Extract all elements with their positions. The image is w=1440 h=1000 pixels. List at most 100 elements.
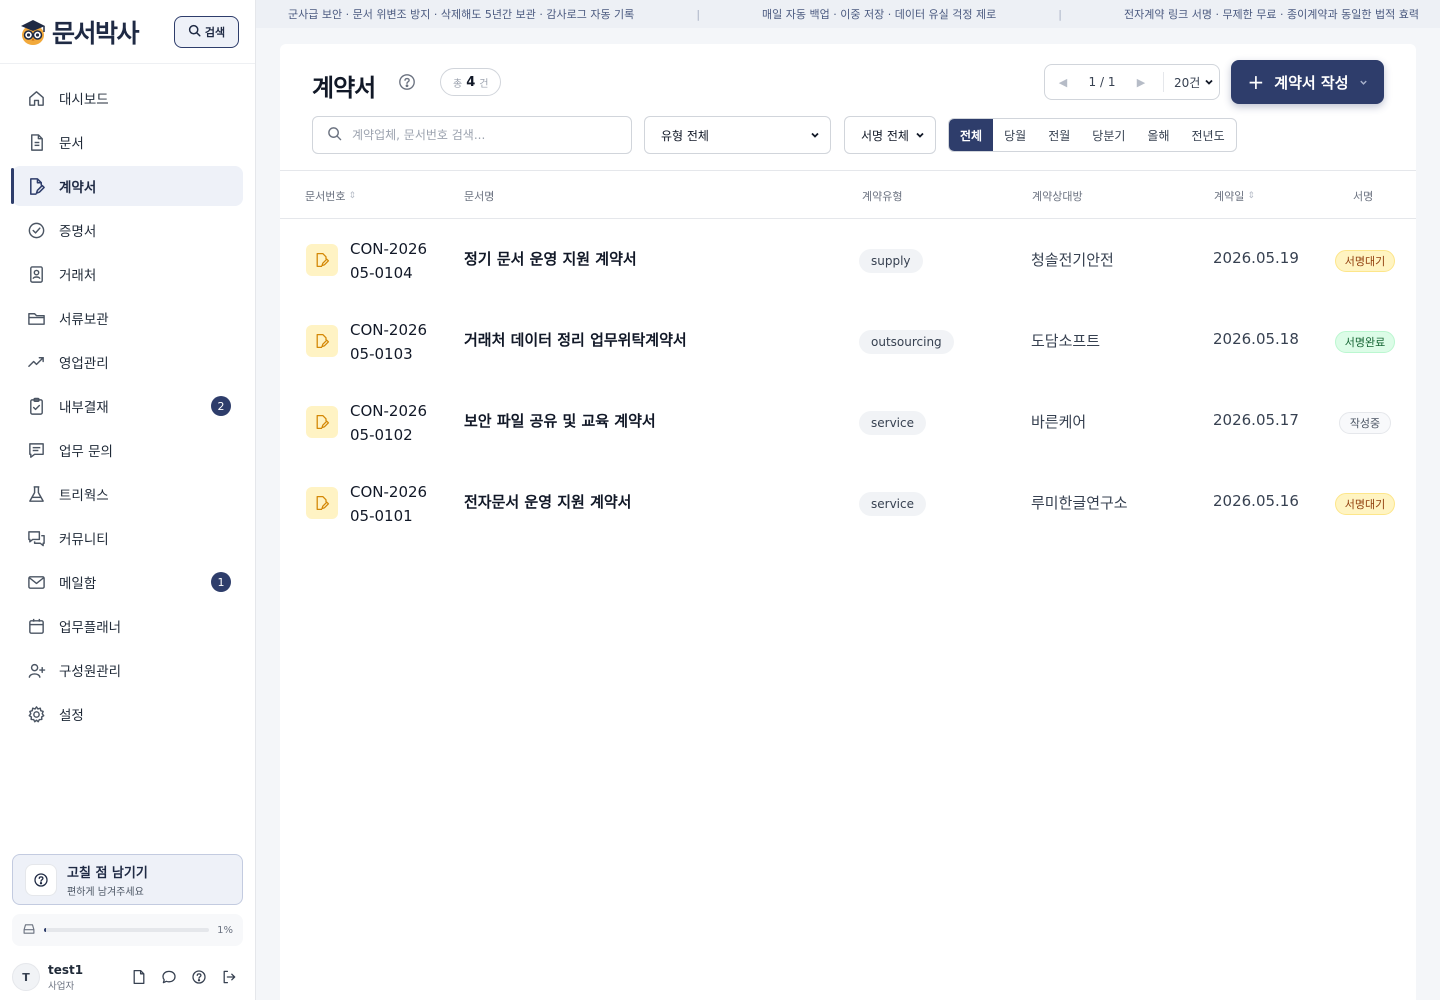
counterparty: 루미한글연구소 [1031,494,1128,512]
trend-icon [26,352,46,372]
counterparty: 청솔전기안전 [1031,251,1114,269]
feedback-button[interactable]: 고칠 점 남기기 편하게 남겨주세요 [12,854,243,905]
home-icon [26,88,46,108]
contracts-panel: 계약서 총 4 건 ◀ 1 / 1 ▶ 20건 + 계약서 작성 유형 전체 서… [280,44,1416,1000]
chat-icon[interactable] [159,967,179,987]
sidebar-item-community[interactable]: 커뮤니티 [12,518,243,558]
sort-icon: ⇕ [348,191,357,201]
prev-page-button[interactable]: ◀ [1045,76,1081,89]
table-row[interactable]: CON-202605-0101 전자문서 운영 지원 계약서 service 루… [280,463,1416,544]
sidebar-item-planner[interactable]: 업무플래너 [12,606,243,646]
logout-icon[interactable] [219,967,239,987]
status-badge: 서명완료 [1335,331,1395,353]
page-title: 계약서 [312,74,376,102]
contract-search [312,116,632,154]
tab-last-year[interactable]: 전년도 [1181,119,1236,151]
user-name: test1 [48,962,84,977]
contact-card-icon [26,264,46,284]
feedback-title: 고칠 점 남기기 [67,865,148,881]
user-info: test1 사업자 [48,963,83,992]
sidebar-item-inquiry[interactable]: 업무 문의 [12,430,243,470]
storage-progress-bar [44,928,210,932]
banner-item-security: 군사급 보안 · 문서 위변조 방지 · 삭제해도 5년간 보관 · 감사로그 … [288,8,635,21]
plus-icon: + [1247,70,1265,94]
counterparty: 바른케어 [1031,413,1087,431]
sidebar-item-archive[interactable]: 서류보관 [12,298,243,338]
tab-all[interactable]: 전체 [949,119,994,151]
sidebar-item-approval[interactable]: 내부결재 2 [12,386,243,426]
sidebar-item-sales[interactable]: 영업관리 [12,342,243,382]
column-label: 문서번호 [305,190,346,203]
sort-icon: ⇕ [1247,191,1255,201]
contract-type-chip: service [859,411,926,435]
status-badge: 작성중 [1339,412,1391,434]
sidebar-item-documents[interactable]: 문서 [12,122,243,162]
contract-type-chip: outsourcing [859,330,954,354]
help-chat-icon [25,863,57,896]
contract-type-chip: service [859,492,926,516]
table-row[interactable]: CON-202605-0103 거래처 데이터 정리 업무위탁계약서 outso… [280,301,1416,382]
banner-item-backup: 매일 자동 백업 · 이중 저장 · 데이터 유실 걱정 제로 [762,8,997,21]
counterparty: 도담소프트 [1031,332,1101,350]
tab-last-month[interactable]: 전월 [1037,119,1081,151]
approval-count-badge: 2 [211,396,231,416]
page-size-select[interactable]: 20건 [1168,74,1214,91]
contract-file-icon [306,406,338,438]
search-input[interactable] [352,128,602,142]
next-page-button[interactable]: ▶ [1123,76,1159,89]
create-contract-button[interactable]: + 계약서 작성 [1231,60,1384,104]
page-size-value: 20건 [1174,75,1201,90]
contract-edit-icon [26,176,46,196]
column-label: 계약일 [1214,190,1245,203]
help-icon[interactable] [398,73,416,91]
user-actions [129,967,239,987]
sidebar-item-contracts[interactable]: 계약서 [11,166,243,206]
mail-count-badge: 1 [211,572,231,592]
message-lines-icon [26,440,46,460]
global-search-button[interactable]: 검색 [174,15,239,48]
help-icon[interactable] [189,967,209,987]
sidebar-item-partners[interactable]: 거래처 [12,254,243,294]
doc-number: CON-202605-0101 [350,483,428,525]
status-badge: 서명대기 [1335,250,1395,272]
storage-usage: 1% [12,914,243,946]
tab-this-year[interactable]: 올해 [1136,119,1180,151]
column-date[interactable]: 계약일 ⇕ [1214,188,1255,204]
type-filter-value: 유형 전체 [661,128,709,143]
contract-type-chip: supply [859,249,923,273]
calendar-icon [26,616,46,636]
clipboard-check-icon [26,396,46,416]
sidebar-item-label: 구성원관리 [59,664,122,680]
feedback-subtitle: 편하게 남겨주세요 [67,886,144,898]
column-doc-no[interactable]: 문서번호 ⇕ [305,188,356,204]
tab-this-quarter[interactable]: 당분기 [1081,119,1136,151]
sidebar-item-label: 문서 [59,136,84,152]
pagination: ◀ 1 / 1 ▶ 20건 [1044,64,1220,100]
sign-status-filter[interactable]: 서명 전체 [844,116,936,154]
count-prefix: 총 [453,78,463,90]
sidebar-item-dashboard[interactable]: 대시보드 [12,78,243,118]
column-sign: 서명 [1353,188,1373,204]
contract-type-filter[interactable]: 유형 전체 [644,116,831,154]
chevron-down-icon [1205,79,1213,85]
sign-filter-value: 서명 전체 [861,128,909,143]
sidebar-item-certificates[interactable]: 증명서 [12,210,243,250]
sidebar-item-mailbox[interactable]: 메일함 1 [12,562,243,602]
tab-this-month[interactable]: 당월 [993,119,1037,151]
sidebar-item-settings[interactable]: 설정 [12,694,243,734]
logo[interactable]: 문서박사 [18,14,140,50]
sidebar-item-label: 대시보드 [59,92,109,108]
status-badge: 서명대기 [1335,493,1395,515]
table-row[interactable]: CON-202605-0104 정기 문서 운영 지원 계약서 supply 청… [280,220,1416,301]
sidebar-item-triworks[interactable]: 트리웍스 [12,474,243,514]
notes-icon[interactable] [129,967,149,987]
column-label: 서명 [1353,190,1374,203]
user-panel: T test1 사업자 [0,954,255,1000]
doc-number: CON-202605-0104 [350,240,428,282]
sidebar-item-label: 증명서 [59,224,97,240]
column-doc-name: 문서명 [464,188,494,204]
sidebar-item-label: 영업관리 [59,356,109,372]
table-row[interactable]: CON-202605-0102 보안 파일 공유 및 교육 계약서 servic… [280,382,1416,463]
avatar[interactable]: T [12,963,40,991]
sidebar-item-members[interactable]: 구성원관리 [12,650,243,690]
